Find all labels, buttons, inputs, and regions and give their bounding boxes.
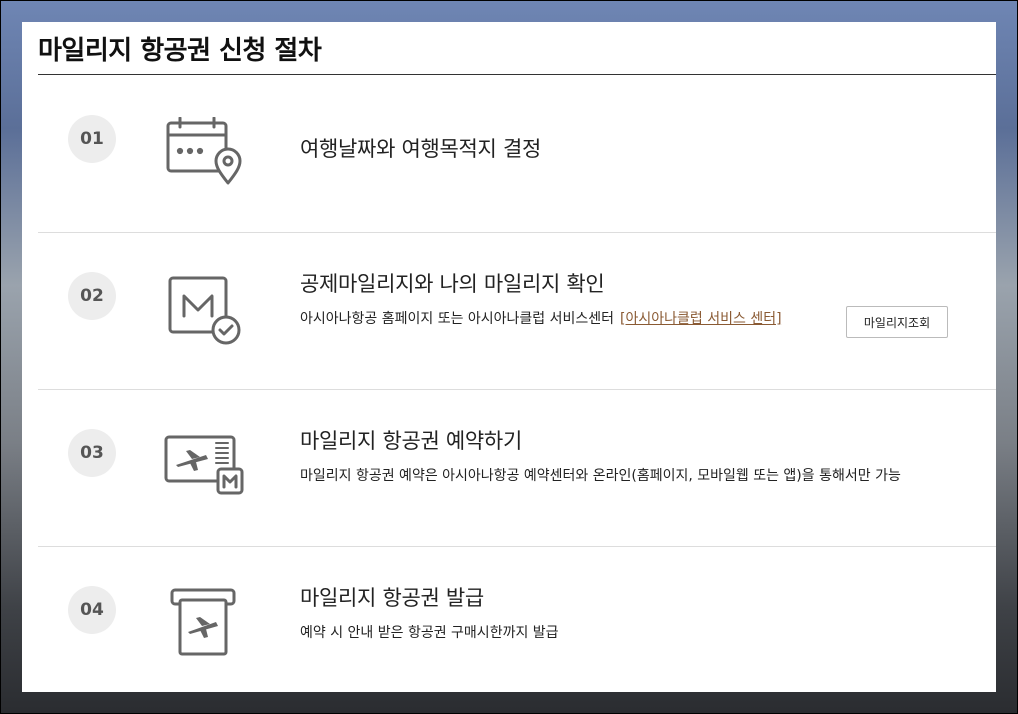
step-3: 03 마일리지 항공권 예약하기 마일리지 항공권 예약은 아시아나항공 예약센… — [38, 389, 996, 547]
step-number: 04 — [68, 586, 116, 634]
step-heading: 마일리지 항공권 예약하기 — [300, 429, 522, 453]
step-number: 01 — [68, 115, 116, 163]
step-description: 마일리지 항공권 예약은 아시아나항공 예약센터와 온라인(홈페이지, 모바일웹… — [300, 468, 901, 484]
page-title: 마일리지 항공권 신청 절차 — [38, 36, 322, 66]
mileage-lookup-button[interactable]: 마일리지조회 — [846, 306, 948, 338]
step-heading: 여행날짜와 여행목적지 결정 — [300, 137, 541, 161]
mileage-check-icon — [164, 274, 244, 346]
calendar-location-icon — [164, 116, 244, 189]
step-heading: 공제마일리지와 나의 마일리지 확인 — [300, 272, 605, 296]
step-heading: 마일리지 항공권 발급 — [300, 586, 484, 610]
ticket-issue-icon — [164, 588, 244, 660]
step-number: 02 — [68, 272, 116, 320]
step-description: 예약 시 안내 받은 항공권 구매시한까지 발급 — [300, 625, 559, 641]
description-text: 아시아나항공 홈페이지 또는 아시아나클럽 서비스센터 — [300, 311, 615, 327]
service-center-link[interactable]: [아시아나클럽 서비스 센터] — [620, 311, 782, 327]
step-description: 아시아나항공 홈페이지 또는 아시아나클럽 서비스센터 [아시아나클럽 서비스 센… — [300, 308, 782, 328]
step-1: 01 여행날짜와 여행목적지 결정 — [38, 75, 996, 233]
ticket-reservation-icon — [164, 431, 244, 503]
step-2: 02 공제마일리지와 나의 마일리지 확인 아시아나항공 홈페이지 또는 아시아… — [38, 232, 996, 390]
mileage-procedure-panel: 마일리지 항공권 신청 절차 01 여행날짜와 여행목적지 결정 02 공제마일… — [22, 22, 996, 692]
step-4: 04 마일리지 항공권 발급 예약 시 안내 받은 항공권 구매시한까지 발급 — [38, 546, 996, 703]
step-number: 03 — [68, 429, 116, 477]
